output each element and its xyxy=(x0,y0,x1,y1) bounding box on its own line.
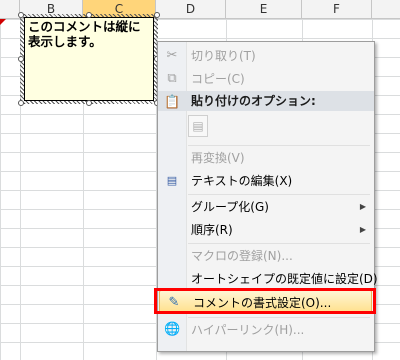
submenu-arrow-icon: ▶ xyxy=(359,225,366,234)
resize-handle[interactable] xyxy=(18,100,24,106)
corner-cell[interactable] xyxy=(0,0,20,18)
clipboard-icon: 📋 xyxy=(164,95,181,110)
resize-handle[interactable] xyxy=(154,12,160,18)
menu-item-reconvert[interactable]: 再変換(V) xyxy=(158,146,374,170)
menu-item-hyperlink[interactable]: 🌐 ハイパーリンク(H)... xyxy=(158,318,374,342)
resize-handle[interactable] xyxy=(18,12,24,18)
highlight-box xyxy=(154,288,376,314)
menu-item-edit-text[interactable]: ▤ テキストの編集(X) xyxy=(158,169,374,193)
scissors-icon: ✂ xyxy=(166,48,178,63)
hyperlink-icon: 🌐 xyxy=(164,322,181,337)
menu-item-grouping[interactable]: グループ化(G) ▶ xyxy=(158,195,374,219)
text-edit-icon: ▤ xyxy=(166,174,178,187)
resize-handle[interactable] xyxy=(18,56,24,62)
menu-item-copy[interactable]: ⧉ コピー(C) xyxy=(158,67,374,91)
comment-indicator xyxy=(0,19,6,25)
submenu-arrow-icon: ▶ xyxy=(359,202,366,211)
resize-handle[interactable] xyxy=(86,100,92,106)
copy-icon: ⧉ xyxy=(167,71,177,86)
comment-text[interactable]: このコメントは縦に表示します。 xyxy=(28,19,152,49)
column-header-e[interactable]: E xyxy=(226,0,302,18)
column-header-d[interactable]: D xyxy=(156,0,226,18)
menu-item-cut[interactable]: ✂ 切り取り(T) xyxy=(158,44,374,68)
column-header-f[interactable]: F xyxy=(302,0,372,18)
paste-option-icon[interactable]: ▤ xyxy=(188,115,208,137)
menu-item-assign-macro[interactable]: マクロの登録(N)... xyxy=(158,244,374,268)
menu-item-order[interactable]: 順序(R) ▶ xyxy=(158,218,374,242)
resize-handle[interactable] xyxy=(86,12,92,18)
paste-options-header: 📋 貼り付けのオプション: xyxy=(158,91,374,111)
